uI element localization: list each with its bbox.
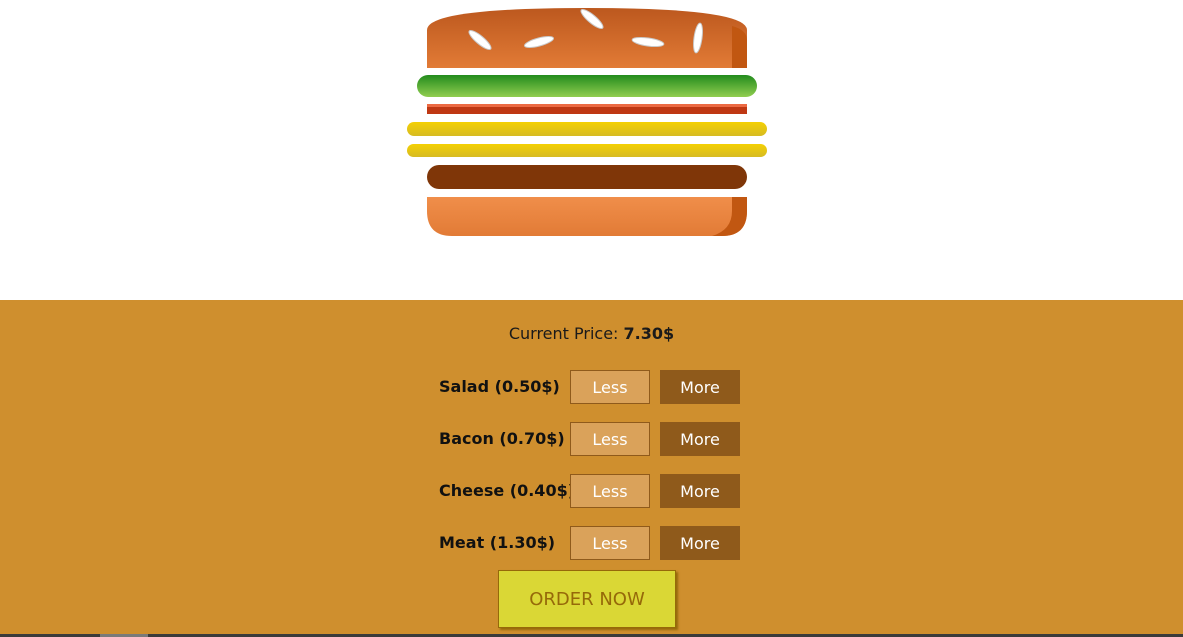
current-price: Current Price: 7.30$ (0, 324, 1183, 343)
more-cheese-button[interactable]: More (660, 474, 740, 508)
less-cheese-button[interactable]: Less (570, 474, 650, 508)
order-now-button[interactable]: ORDER NOW (498, 570, 676, 628)
price-value: 7.30$ (623, 324, 675, 343)
burger-preview (0, 0, 1183, 300)
build-control-salad: Salad (0.50$) Less More (439, 370, 741, 404)
build-control-cheese: Cheese (0.40$) Less More (439, 474, 741, 508)
less-meat-button[interactable]: Less (570, 526, 650, 560)
bread-bottom (427, 197, 747, 236)
ingredient-label: Bacon (0.70$) (439, 429, 565, 448)
bread-top (427, 8, 747, 68)
ingredient-label: Meat (1.30$) (439, 533, 556, 552)
build-controls: Current Price: 7.30$ Salad (0.50$) Less … (0, 300, 1183, 637)
cheese-layer (407, 144, 767, 157)
cheese-layer (407, 122, 767, 136)
less-salad-button[interactable]: Less (570, 370, 650, 404)
more-meat-button[interactable]: More (660, 526, 740, 560)
ingredient-label: Cheese (0.40$) (439, 481, 576, 500)
ingredient-label: Salad (0.50$) (439, 377, 560, 396)
salad-layer (417, 75, 757, 97)
meat-layer (427, 165, 747, 189)
more-salad-button[interactable]: More (660, 370, 740, 404)
less-bacon-button[interactable]: Less (570, 422, 650, 456)
build-control-meat: Meat (1.30$) Less More (439, 526, 741, 560)
build-control-bacon: Bacon (0.70$) Less More (439, 422, 741, 456)
burger-illustration (407, 8, 767, 236)
price-label: Current Price: (508, 324, 624, 343)
more-bacon-button[interactable]: More (660, 422, 740, 456)
